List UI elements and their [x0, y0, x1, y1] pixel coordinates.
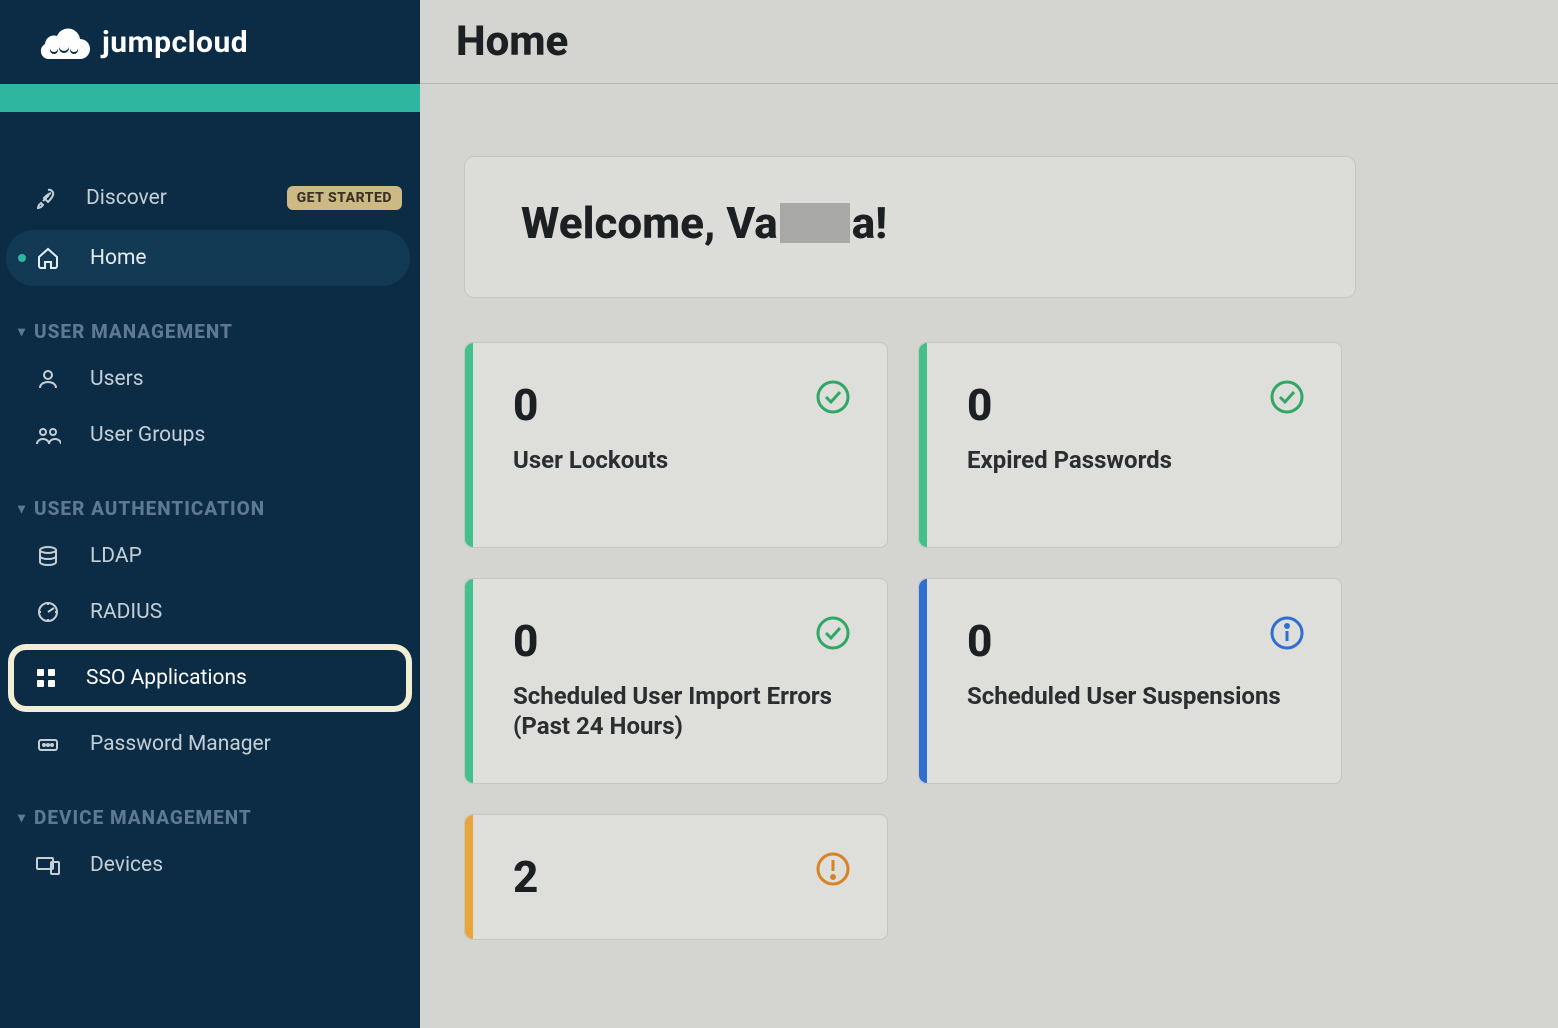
- brand-logo: jumpcloud: [0, 0, 420, 84]
- sidebar-nav: Discover GET STARTED Home ▾ USER MANAGEM…: [0, 112, 420, 893]
- stats-grid: 0 User Lockouts 0 Expired Passwords: [464, 342, 1558, 940]
- sidebar-item-discover[interactable]: Discover GET STARTED: [0, 170, 420, 226]
- database-icon: [34, 542, 62, 570]
- section-title: USER AUTHENTICATION: [34, 497, 265, 520]
- section-title: DEVICE MANAGEMENT: [34, 806, 252, 829]
- redacted-name: [780, 203, 850, 243]
- chevron-down-icon: ▾: [18, 324, 26, 340]
- info-circle-icon: [1269, 615, 1305, 651]
- password-icon: [34, 730, 62, 758]
- card-user-suspensions[interactable]: 0 Scheduled User Suspensions: [918, 578, 1342, 784]
- accent-bar: [465, 579, 473, 783]
- card-partial[interactable]: 2: [464, 814, 888, 940]
- sidebar-item-label: RADIUS: [90, 600, 162, 624]
- section-title: USER MANAGEMENT: [34, 320, 233, 343]
- user-icon: [34, 365, 62, 393]
- check-circle-icon: [815, 615, 851, 651]
- welcome-prefix: Welcome, Va: [521, 197, 778, 249]
- sidebar: jumpcloud Discover GET STARTED Home: [0, 0, 420, 1028]
- sidebar-section-device-management[interactable]: ▾ DEVICE MANAGEMENT: [0, 806, 420, 829]
- apps-grid-icon: [34, 666, 58, 690]
- content: Welcome, Va a! 0 User Lockouts 0 Expired …: [420, 84, 1558, 940]
- sidebar-item-sso-highlight: SSO Applications: [8, 644, 412, 712]
- card-user-lockouts[interactable]: 0 User Lockouts: [464, 342, 888, 548]
- welcome-text: Welcome, Va a!: [521, 197, 1299, 249]
- sidebar-item-ldap[interactable]: LDAP: [0, 528, 420, 584]
- sidebar-item-home[interactable]: Home: [6, 230, 410, 286]
- sidebar-item-sso-applications[interactable]: SSO Applications: [14, 650, 406, 706]
- stat-label: Scheduled User Import Errors (Past 24 Ho…: [513, 681, 847, 741]
- check-circle-icon: [1269, 379, 1305, 415]
- radar-icon: [34, 598, 62, 626]
- accent-bar: [919, 579, 927, 783]
- sidebar-item-users[interactable]: Users: [0, 351, 420, 407]
- topbar: Home: [420, 0, 1558, 84]
- accent-bar: [465, 343, 473, 547]
- warning-circle-icon: [815, 851, 851, 887]
- devices-icon: [34, 851, 62, 879]
- card-import-errors[interactable]: 0 Scheduled User Import Errors (Past 24 …: [464, 578, 888, 784]
- check-circle-icon: [815, 379, 851, 415]
- sidebar-item-label: SSO Applications: [86, 666, 247, 690]
- stat-label: Scheduled User Suspensions: [967, 681, 1301, 711]
- sidebar-item-label: Devices: [90, 853, 163, 877]
- sidebar-item-label: Users: [90, 367, 144, 391]
- stat-value: 2: [513, 851, 847, 903]
- stat-value: 0: [513, 615, 847, 667]
- accent-bar: [919, 343, 927, 547]
- chevron-down-icon: ▾: [18, 501, 26, 517]
- sidebar-item-user-groups[interactable]: User Groups: [0, 407, 420, 463]
- sidebar-item-password-manager[interactable]: Password Manager: [0, 716, 420, 772]
- accent-bar: [0, 84, 420, 112]
- rocket-icon: [34, 186, 58, 210]
- cloud-logo-icon: [34, 23, 94, 61]
- stat-label: User Lockouts: [513, 445, 847, 475]
- stat-value: 0: [967, 615, 1301, 667]
- stat-value: 0: [967, 379, 1301, 431]
- sidebar-item-label: Home: [90, 246, 147, 270]
- home-icon: [34, 244, 62, 272]
- sidebar-section-user-management[interactable]: ▾ USER MANAGEMENT: [0, 320, 420, 343]
- get-started-badge: GET STARTED: [287, 186, 402, 210]
- page-title: Home: [456, 17, 568, 66]
- sidebar-item-label: Discover: [86, 186, 167, 210]
- welcome-card: Welcome, Va a!: [464, 156, 1356, 298]
- sidebar-item-label: LDAP: [90, 544, 142, 568]
- chevron-down-icon: ▾: [18, 810, 26, 826]
- sidebar-item-radius[interactable]: RADIUS: [0, 584, 420, 640]
- main-area: Home Welcome, Va a! 0 User Lockouts 0: [420, 0, 1558, 1028]
- users-group-icon: [34, 421, 62, 449]
- welcome-suffix: a!: [852, 197, 888, 249]
- sidebar-item-label: Password Manager: [90, 732, 271, 756]
- stat-label: Expired Passwords: [967, 445, 1301, 475]
- stat-value: 0: [513, 379, 847, 431]
- sidebar-item-devices[interactable]: Devices: [0, 837, 420, 893]
- sidebar-item-label: User Groups: [90, 423, 205, 447]
- card-expired-passwords[interactable]: 0 Expired Passwords: [918, 342, 1342, 548]
- brand-name: jumpcloud: [102, 25, 248, 60]
- sidebar-section-user-authentication[interactable]: ▾ USER AUTHENTICATION: [0, 497, 420, 520]
- accent-bar: [465, 815, 473, 939]
